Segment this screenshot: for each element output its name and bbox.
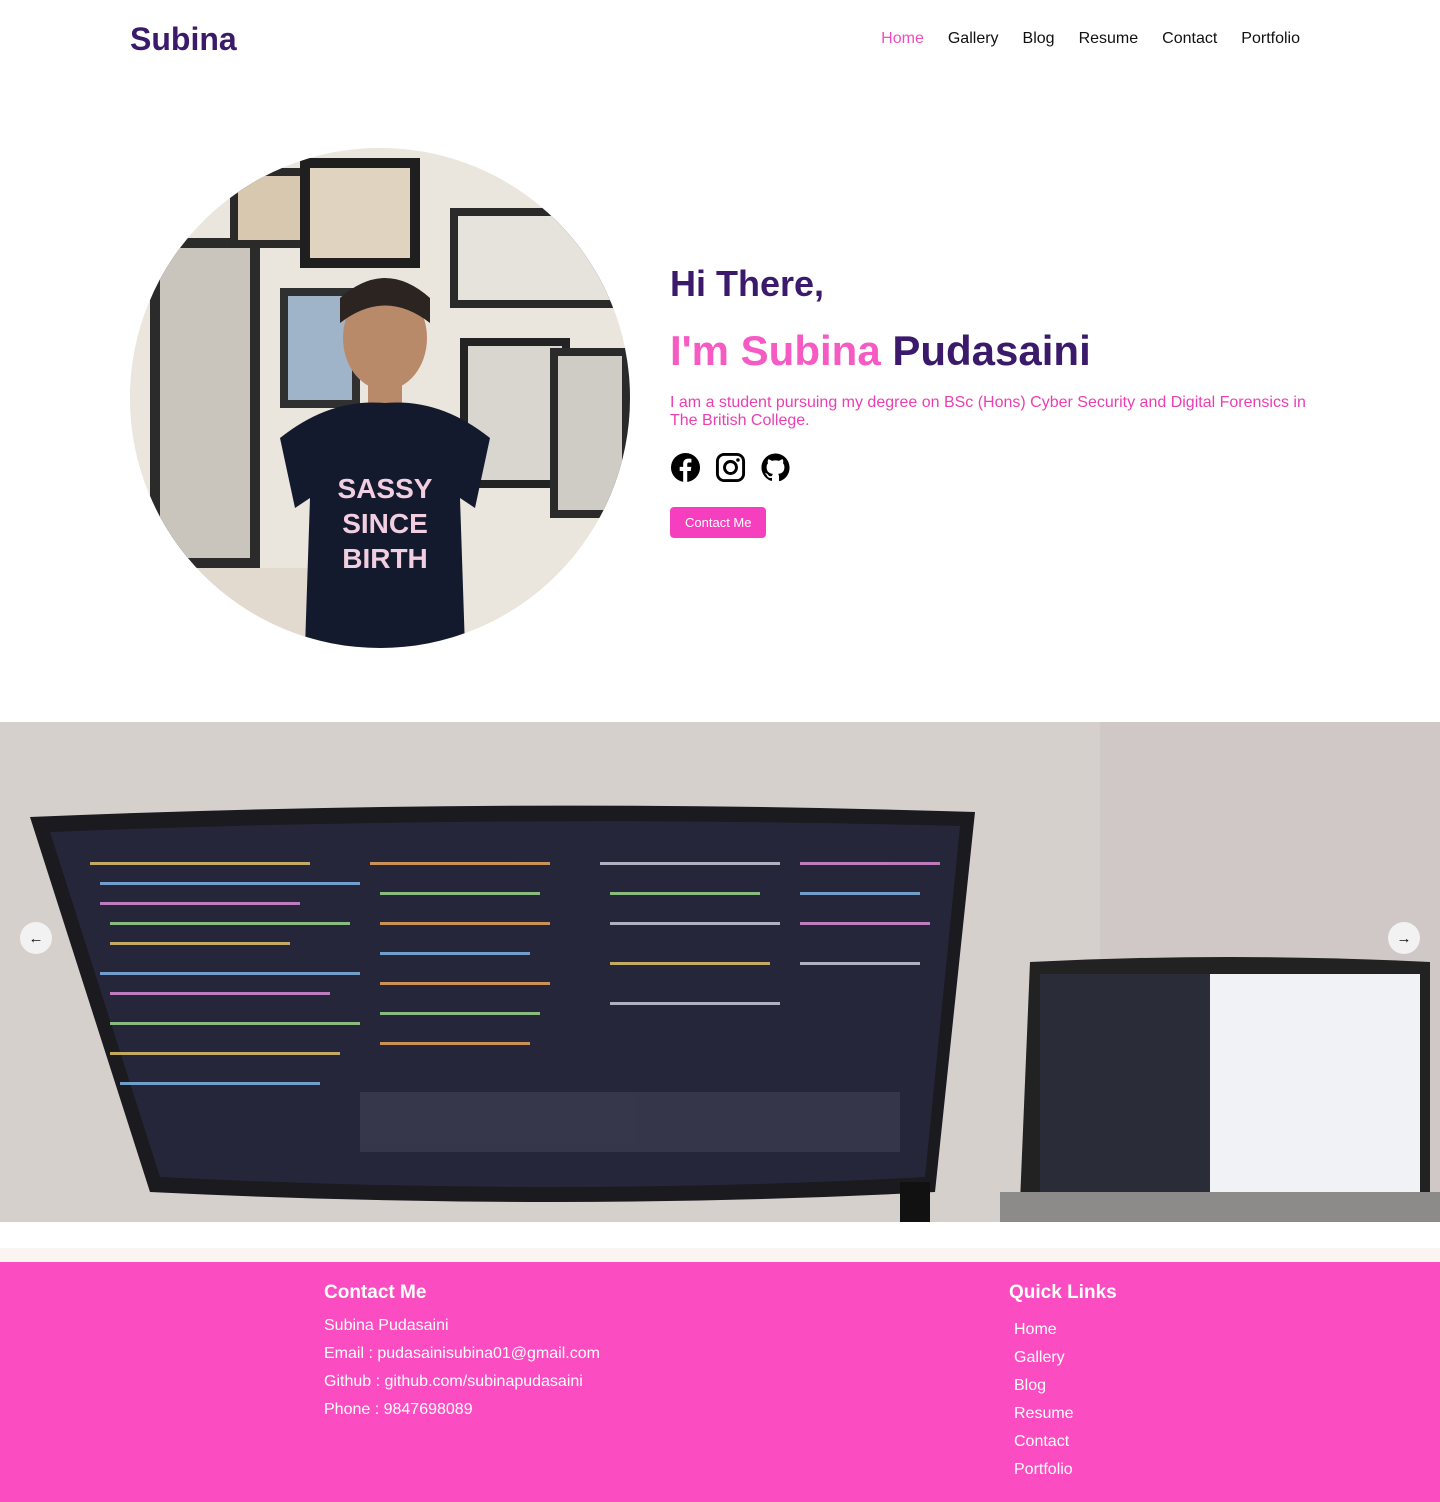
nav-gallery[interactable]: Gallery xyxy=(948,29,999,49)
hero-greeting: Hi There, xyxy=(670,263,825,304)
footer-link-portfolio[interactable]: Portfolio xyxy=(1014,1456,1117,1484)
footer-contact-github[interactable]: Github : github.com/subinapudasaini xyxy=(324,1368,600,1396)
nav-resume[interactable]: Resume xyxy=(1079,29,1139,49)
gallery-carousel: ← → xyxy=(0,722,1440,1222)
footer-link-gallery[interactable]: Gallery xyxy=(1014,1344,1117,1372)
nav-home[interactable]: Home xyxy=(881,29,924,49)
facebook-icon[interactable] xyxy=(670,452,701,483)
site-header: Subina Home Gallery Blog Resume Contact … xyxy=(0,0,1440,78)
footer-contact-name: Subina Pudasaini xyxy=(324,1317,449,1334)
site-footer: Contact Me Subina Pudasaini Email : puda… xyxy=(0,1262,1440,1502)
footer-link-home[interactable]: Home xyxy=(1014,1316,1117,1344)
nav-blog[interactable]: Blog xyxy=(1023,29,1055,49)
shirt-text-2: SINCE xyxy=(342,508,428,539)
footer-link-blog[interactable]: Blog xyxy=(1014,1372,1117,1400)
carousel-prev-button[interactable]: ← xyxy=(20,922,52,954)
main-nav: Home Gallery Blog Resume Contact Portfol… xyxy=(857,29,1300,49)
contact-me-button[interactable]: Contact Me xyxy=(670,507,767,538)
hero-name-last: Pudasaini xyxy=(892,327,1091,374)
section-divider xyxy=(0,1248,1440,1262)
arrow-left-icon: ← xyxy=(28,929,44,947)
hero-name: I'm Subina Pudasaini xyxy=(670,326,1330,376)
footer-contact-phone: Phone : 9847698089 xyxy=(324,1401,473,1418)
footer-link-contact[interactable]: Contact xyxy=(1014,1428,1117,1456)
social-links xyxy=(670,452,1330,483)
carousel-next-button[interactable]: → xyxy=(1388,922,1420,954)
hero-name-first: I'm Subina xyxy=(670,327,881,374)
footer-quick-links-title: Quick Links xyxy=(1009,1282,1117,1303)
footer-link-resume[interactable]: Resume xyxy=(1014,1400,1117,1428)
instagram-icon[interactable] xyxy=(715,452,746,483)
nav-contact[interactable]: Contact xyxy=(1162,29,1217,49)
hero-intro: Hi There, I'm Subina Pudasaini I am a st… xyxy=(670,262,1330,538)
footer-links-list: Home Gallery Blog Resume Contact Portfol… xyxy=(1009,1316,1117,1484)
footer-quick-links: Quick Links Home Gallery Blog Resume Con… xyxy=(1009,1282,1117,1484)
github-icon[interactable] xyxy=(760,452,791,483)
footer-contact-title: Contact Me xyxy=(324,1282,427,1303)
footer-contact: Contact Me Subina Pudasaini Email : puda… xyxy=(324,1282,600,1424)
footer-contact-email[interactable]: Email : pudasainisubina01@gmail.com xyxy=(324,1340,600,1368)
carousel-slide-image xyxy=(0,722,1440,1222)
shirt-text-3: BIRTH xyxy=(342,543,428,574)
profile-photo: SASSY SINCE BIRTH xyxy=(130,148,630,648)
hero-bio: I am a student pursuing my degree on BSc… xyxy=(670,394,1306,429)
nav-portfolio[interactable]: Portfolio xyxy=(1241,29,1300,49)
arrow-right-icon: → xyxy=(1396,929,1412,947)
shirt-text-1: SASSY xyxy=(338,473,433,504)
site-logo[interactable]: Subina xyxy=(130,20,237,58)
